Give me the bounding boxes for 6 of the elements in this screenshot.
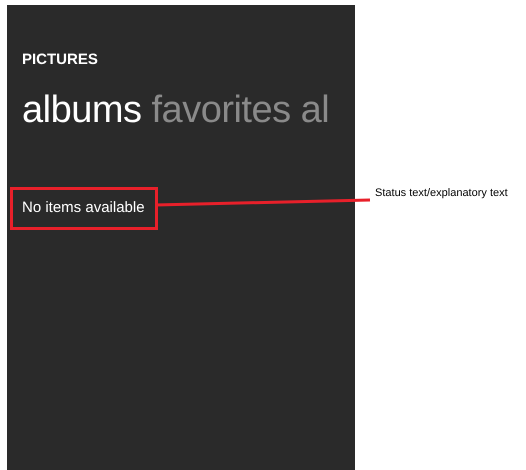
app-title: PICTURES xyxy=(22,52,98,68)
status-text: No items available xyxy=(22,199,145,216)
pivot-tab[interactable]: favorites xyxy=(152,90,291,130)
annotation-text: Status text/explanatory text xyxy=(375,186,508,200)
pivot-tab[interactable]: albums xyxy=(22,90,142,130)
pivot-tab[interactable]: al xyxy=(300,90,330,130)
